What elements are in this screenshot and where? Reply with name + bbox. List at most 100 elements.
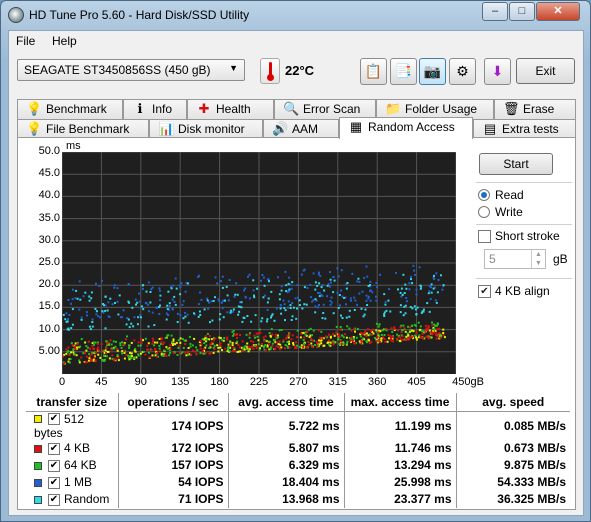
data-point: [189, 342, 192, 345]
series-visibility-checkbox[interactable]: ✔: [48, 413, 60, 426]
data-point: [159, 299, 162, 302]
data-point: [329, 335, 332, 338]
data-point: [413, 305, 416, 308]
data-point: [306, 330, 309, 333]
data-point: [303, 336, 306, 339]
data-point: [172, 352, 175, 355]
read-radio[interactable]: [478, 189, 490, 201]
data-point: [213, 344, 216, 347]
data-point: [137, 341, 140, 344]
options-button[interactable]: ⚙: [449, 58, 476, 85]
data-point: [252, 289, 255, 292]
data-point: [128, 326, 131, 329]
series-visibility-checkbox[interactable]: ✔: [48, 476, 60, 489]
data-point: [97, 353, 100, 356]
data-point: [112, 340, 115, 343]
data-point: [310, 296, 312, 299]
read-label: Read: [495, 188, 524, 202]
series-visibility-checkbox[interactable]: ✔: [48, 493, 60, 506]
data-point: [110, 348, 113, 351]
short-stroke-spinner[interactable]: 5 ▲ ▼: [484, 249, 546, 269]
data-point: [387, 299, 390, 302]
series-visibility-checkbox[interactable]: ✔: [48, 459, 60, 472]
data-point: [212, 300, 215, 302]
minimize-button[interactable]: –: [482, 2, 508, 21]
data-point: [103, 304, 105, 307]
data-point: [70, 327, 73, 330]
save-button[interactable]: ⬇: [484, 58, 511, 85]
row-label: ✔ Random: [26, 491, 118, 508]
tab-benchmark[interactable]: 💡 Benchmark: [17, 99, 123, 119]
data-point: [339, 304, 341, 307]
data-point: [202, 347, 205, 350]
tab-aam[interactable]: 🔊 AAM: [263, 119, 339, 139]
data-point: [120, 346, 123, 349]
data-point: [285, 337, 287, 340]
data-point: [359, 335, 362, 338]
copy-info-button[interactable]: 📑: [390, 58, 417, 85]
data-point: [130, 322, 133, 325]
data-point: [179, 314, 182, 317]
data-point: [339, 340, 342, 343]
data-point: [366, 341, 369, 344]
series-visibility-checkbox[interactable]: ✔: [48, 442, 60, 455]
row-label: ✔ 4 KB: [26, 440, 118, 457]
data-point: [286, 341, 289, 344]
data-point: [274, 336, 277, 339]
copy-text-button[interactable]: 📋: [360, 58, 387, 85]
tab-random-access[interactable]: ▦ Random Access: [339, 117, 473, 139]
close-button[interactable]: ✕: [536, 2, 580, 21]
tab-health[interactable]: ✚ Health: [187, 99, 274, 119]
data-point: [221, 307, 224, 310]
data-point: [255, 332, 258, 335]
data-point: [335, 331, 338, 334]
write-radio[interactable]: [478, 206, 490, 218]
data-point: [280, 346, 283, 349]
data-point: [174, 303, 177, 306]
menu-file[interactable]: File: [16, 34, 35, 48]
data-point: [228, 279, 231, 281]
tab-file-benchmark[interactable]: 💡 File Benchmark: [17, 119, 149, 139]
tab-extra-tests[interactable]: ▤ Extra tests: [473, 119, 576, 139]
title-bar[interactable]: HD Tune Pro 5.60 - Hard Disk/SSD Utility…: [1, 1, 590, 29]
data-point: [132, 325, 135, 328]
data-point: [426, 302, 429, 305]
data-point: [97, 342, 99, 345]
screenshot-button[interactable]: 📷: [419, 58, 446, 85]
data-point: [97, 315, 100, 318]
maximize-button[interactable]: □: [509, 2, 535, 21]
data-point: [331, 341, 334, 344]
data-point: [398, 335, 401, 338]
start-button[interactable]: Start: [479, 153, 553, 175]
drive-select[interactable]: SEAGATE ST3450856SS (450 gB) ▼: [17, 59, 245, 81]
data-point: [390, 337, 392, 340]
data-point: [319, 336, 322, 339]
data-point: [328, 333, 330, 336]
data-point: [219, 344, 222, 347]
tab-folder-usage[interactable]: 📁 Folder Usage: [376, 99, 494, 119]
data-point: [365, 265, 368, 268]
data-point: [395, 337, 398, 340]
tab-info[interactable]: ℹ Info: [123, 99, 187, 119]
data-point: [431, 324, 434, 327]
short-stroke-checkbox[interactable]: [478, 230, 491, 243]
tab-error-scan[interactable]: 🔍 Error Scan: [274, 99, 376, 119]
data-point: [111, 303, 114, 306]
tab-disk-monitor[interactable]: 📊 Disk monitor: [149, 119, 263, 139]
spinner-arrows-icon[interactable]: ▲ ▼: [531, 250, 545, 268]
exit-button[interactable]: Exit: [516, 58, 575, 84]
data-point: [219, 346, 222, 349]
tab-erase[interactable]: 🗑 Erase: [494, 99, 576, 119]
data-point: [158, 345, 161, 347]
data-point: [350, 336, 353, 339]
data-point: [278, 298, 281, 301]
data-point: [314, 305, 317, 308]
menu-help[interactable]: Help: [52, 34, 77, 48]
data-point: [184, 343, 187, 346]
data-point: [138, 292, 141, 295]
data-point: [133, 339, 136, 342]
data-point: [300, 273, 303, 276]
align-4kb-checkbox[interactable]: ✔: [478, 285, 491, 298]
data-point: [351, 272, 354, 275]
data-point: [253, 296, 256, 299]
